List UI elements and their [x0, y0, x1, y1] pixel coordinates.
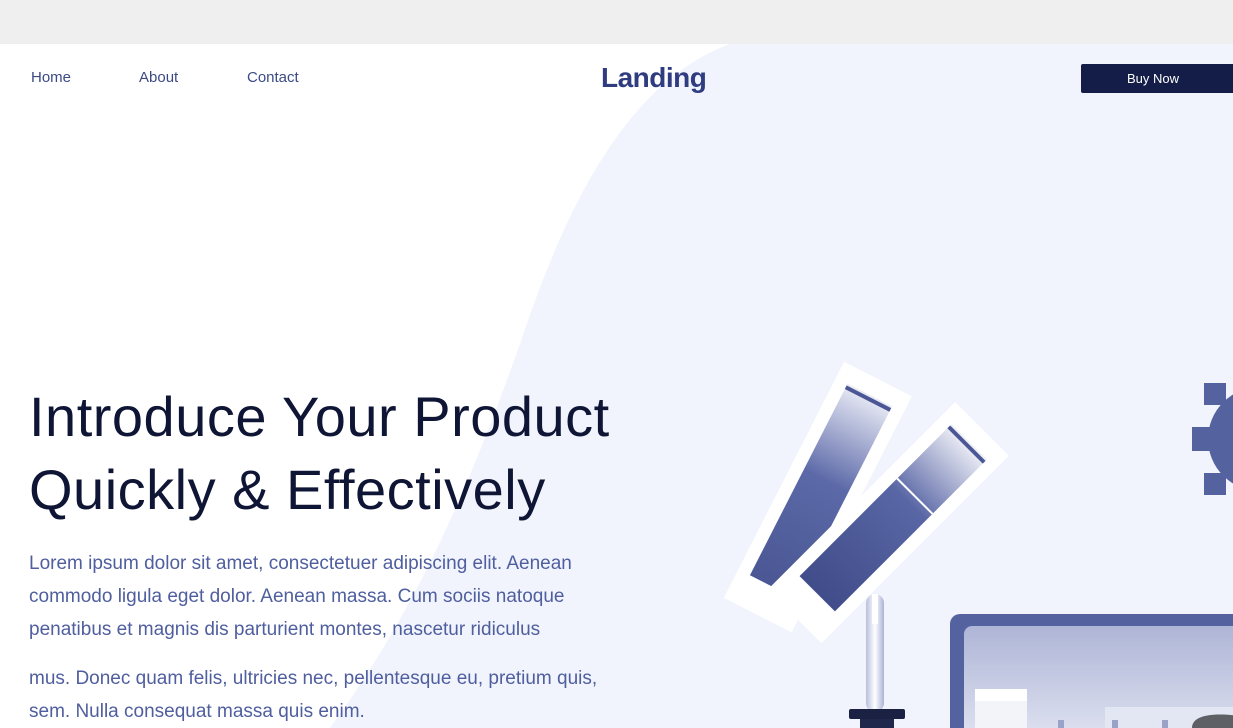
- nav-link-home[interactable]: Home: [31, 69, 71, 87]
- gear-icon: [1192, 383, 1233, 495]
- landing-page: Home About Contact Landing Buy Now Intro…: [0, 44, 1233, 728]
- nav-link-contact[interactable]: Contact: [247, 69, 299, 87]
- browser-top-bar: [0, 0, 1233, 44]
- brand-logo[interactable]: Landing: [601, 62, 707, 94]
- hero-paragraph-1: Lorem ipsum dolor sit amet, consectetuer…: [29, 553, 572, 640]
- hero-headline: Introduce Your Product Quickly & Effecti…: [29, 380, 610, 526]
- hero-headline-line-2: Quickly & Effectively: [29, 458, 546, 521]
- buy-now-button[interactable]: Buy Now: [1081, 64, 1233, 93]
- nav-link-about[interactable]: About: [139, 69, 178, 87]
- hero-headline-line-1: Introduce Your Product: [29, 385, 610, 448]
- hero-paragraph-2: mus. Donec quam felis, ultricies nec, pe…: [29, 668, 598, 722]
- eyedropper-icon: [849, 594, 905, 728]
- hero-illustration: [723, 361, 1233, 728]
- monitor-icon: [950, 614, 1233, 728]
